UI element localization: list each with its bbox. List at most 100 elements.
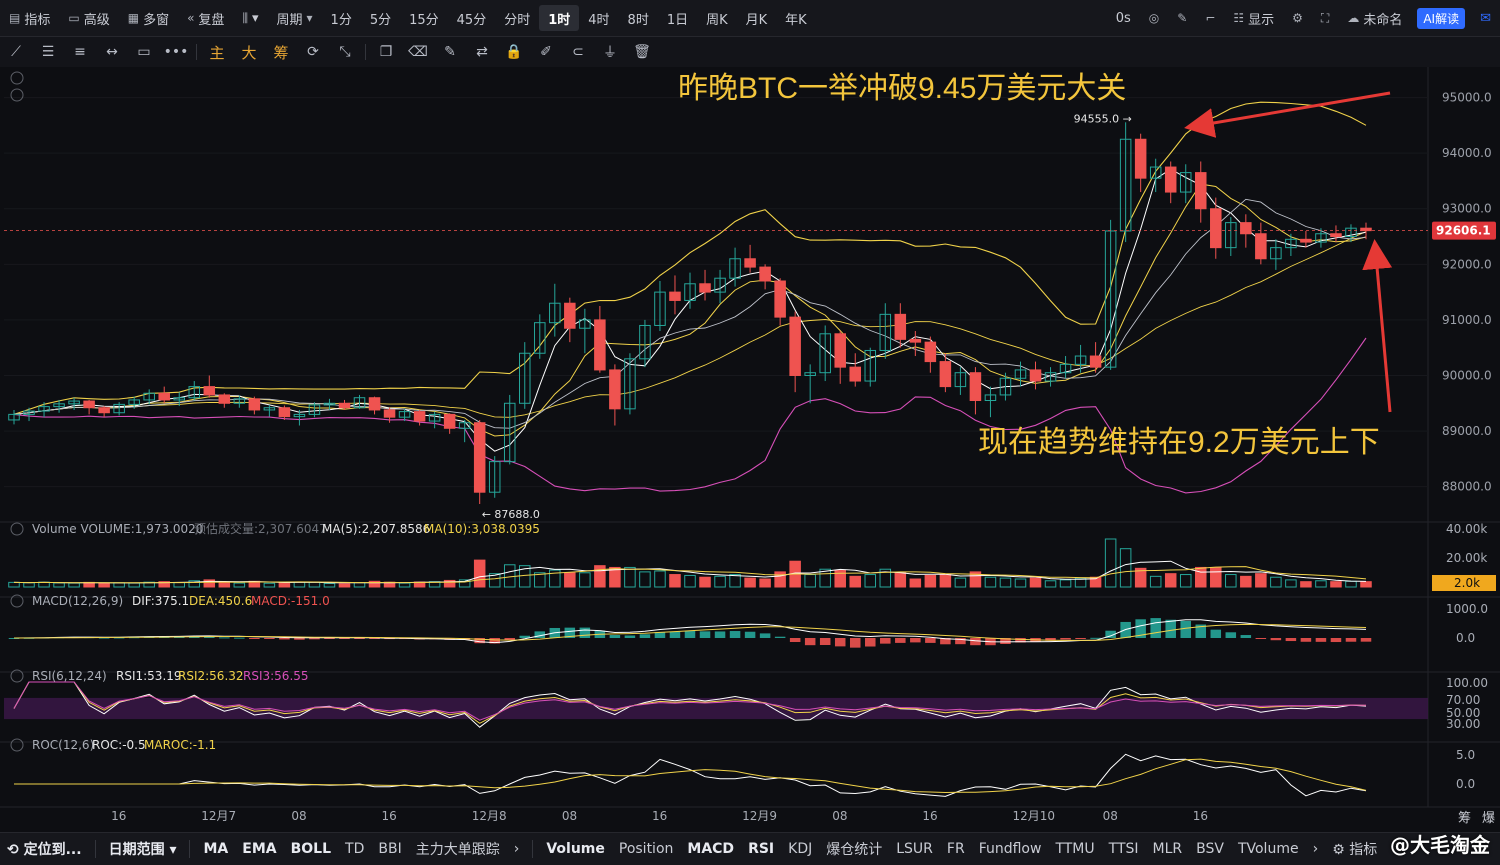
- countdown-button[interactable]: 0s: [1107, 5, 1140, 31]
- indicator-tab[interactable]: BOLL: [284, 841, 338, 857]
- chart-canvas[interactable]: 95000.0 94000.0 93000.0 92000.0 91000.0 90000…: [0, 67, 1500, 832]
- note-icon[interactable]: ✐: [530, 44, 562, 60]
- measure-icon[interactable]: ⤡: [329, 44, 361, 60]
- volume-bar: [699, 576, 711, 588]
- volume-bar: [894, 572, 907, 588]
- brush-icon[interactable]: ✎: [434, 44, 466, 60]
- horizontal-lines-icon[interactable]: ≡: [64, 44, 96, 60]
- chevron-right-icon[interactable]: ›: [1306, 841, 1326, 857]
- interval-tab[interactable]: 15分: [400, 5, 448, 31]
- select-button[interactable]: ⌐: [1196, 5, 1224, 31]
- parallel-lines-icon[interactable]: ☰: [32, 44, 64, 60]
- interval-tab[interactable]: 月K: [737, 5, 777, 31]
- eraser-icon[interactable]: ⌫: [402, 44, 434, 60]
- interval-tab[interactable]: 5分: [361, 5, 400, 31]
- indicator-tab[interactable]: Volume: [539, 841, 612, 857]
- macd-title: MACD(12,26,9): [32, 594, 123, 608]
- indicator-tab[interactable]: 主力大单跟踪: [409, 839, 507, 859]
- indicator-settings-button[interactable]: ⚙ 指标: [1325, 839, 1384, 859]
- interval-tab[interactable]: 1日: [658, 5, 697, 31]
- indicator-tab[interactable]: MACD: [680, 841, 741, 857]
- candle-type-icon: ⫼: [242, 10, 248, 25]
- date-range-button[interactable]: 日期范围 ▾: [102, 839, 184, 859]
- x-tick-label: 12月7: [201, 809, 236, 823]
- indicator-tab[interactable]: BBI: [371, 841, 408, 857]
- sync-icon[interactable]: ⟳: [297, 44, 329, 60]
- indicator-tab[interactable]: MLR: [1146, 841, 1190, 857]
- chevron-right-icon[interactable]: ›: [507, 841, 527, 857]
- interval-tab[interactable]: 1时: [539, 5, 580, 31]
- candle-body: [939, 361, 952, 388]
- volume-bar: [909, 578, 922, 588]
- line-tool-icon[interactable]: ⟋: [0, 44, 32, 60]
- gear-icon: ⚙: [1292, 11, 1303, 25]
- cloud-button[interactable]: ☁ 未命名: [1338, 5, 1411, 31]
- candle-body: [278, 407, 291, 418]
- period-dropdown[interactable]: 周期 ▾: [268, 5, 322, 31]
- topbar-replay-button[interactable]: «复盘: [178, 5, 233, 31]
- topbar-chart-button[interactable]: ▤ 指标: [0, 5, 59, 31]
- indicator-tab[interactable]: LSUR: [889, 841, 940, 857]
- filter-icon[interactable]: ⏚: [594, 42, 626, 62]
- indicator-tab[interactable]: FR: [940, 841, 972, 857]
- topbar-multi-window-button[interactable]: ▦ 多窗: [119, 5, 178, 31]
- indicator-tab[interactable]: KDJ: [781, 841, 819, 857]
- volume-bar: [594, 565, 606, 588]
- candle-body: [924, 341, 937, 363]
- fullscreen-button[interactable]: ⛶: [1312, 5, 1338, 31]
- indicator-tab[interactable]: TVolume: [1231, 841, 1306, 857]
- big-label[interactable]: 大: [233, 42, 265, 63]
- indicator-tab[interactable]: BSV: [1189, 841, 1231, 857]
- topbar-advanced-button[interactable]: ▭ 高级: [59, 5, 118, 31]
- magnet-icon[interactable]: ⊂: [562, 44, 594, 60]
- macd-histogram-bar: [609, 635, 621, 638]
- indicator-tab[interactable]: Position: [612, 841, 681, 857]
- indicator-tab[interactable]: Fundflow: [972, 841, 1049, 857]
- copy-icon[interactable]: ❐: [370, 44, 402, 60]
- rectangle-icon[interactable]: ▭: [128, 44, 160, 60]
- indicator-tab[interactable]: RSI: [741, 841, 781, 857]
- trash-icon[interactable]: 🗑: [626, 44, 658, 60]
- compare-icon[interactable]: ⇄: [466, 44, 498, 60]
- volume-bar: [744, 577, 756, 588]
- topbar-candle-type-button[interactable]: ⫼ ▾: [233, 5, 267, 31]
- chat-icon[interactable]: ✉: [1471, 5, 1500, 31]
- lock-icon[interactable]: 🔒: [498, 44, 530, 60]
- price-tick-label: 92000.0: [1442, 257, 1492, 271]
- candle-body: [1134, 138, 1147, 179]
- chip-label[interactable]: 筹: [265, 42, 297, 63]
- interval-tab[interactable]: 分时: [495, 5, 539, 31]
- macd-histogram-bar: [684, 630, 696, 638]
- x-tick-label: 08: [562, 809, 577, 823]
- indicator-tab[interactable]: EMA: [235, 841, 283, 857]
- gear-button[interactable]: ⚙: [1283, 5, 1312, 31]
- volume-bar: [849, 575, 862, 588]
- interval-tab[interactable]: 4时: [579, 5, 618, 31]
- interval-tab[interactable]: 年K: [776, 5, 816, 31]
- main-label[interactable]: 主: [201, 42, 233, 63]
- interval-tab[interactable]: 1分: [322, 5, 361, 31]
- camera-button[interactable]: ◎: [1140, 5, 1168, 31]
- indicator-tab[interactable]: MA: [196, 841, 235, 857]
- x-tick-label: 16: [382, 809, 397, 823]
- candle-body: [789, 316, 801, 376]
- horizontal-ray-icon[interactable]: ↔: [96, 44, 128, 60]
- more-shapes-icon[interactable]: •••: [160, 44, 192, 60]
- indicator-tab[interactable]: TTSI: [1102, 841, 1146, 857]
- volume-bar: [218, 581, 231, 588]
- pen-button[interactable]: ✎: [1168, 5, 1196, 31]
- indicator-tab[interactable]: TD: [338, 841, 371, 857]
- indicator-tab[interactable]: 爆仓统计: [819, 839, 889, 859]
- chart-icon: ▤: [9, 11, 21, 25]
- interval-tab[interactable]: 8时: [619, 5, 658, 31]
- rsi-title: RSI(6,12,24): [32, 669, 107, 683]
- indicator-tab[interactable]: TTMU: [1048, 841, 1101, 857]
- interval-tab[interactable]: 周K: [697, 5, 737, 31]
- interval-tab[interactable]: 45分: [448, 5, 496, 31]
- locate-button[interactable]: ⟲ 定位到...: [0, 839, 89, 859]
- display-button[interactable]: ☷ 显示: [1224, 5, 1283, 31]
- candle-body: [413, 411, 426, 422]
- rsi-tick: 70.00: [1446, 693, 1480, 707]
- price-tick-label: 91000.0: [1442, 313, 1492, 327]
- ai-interpret-button[interactable]: AI解读: [1417, 7, 1466, 29]
